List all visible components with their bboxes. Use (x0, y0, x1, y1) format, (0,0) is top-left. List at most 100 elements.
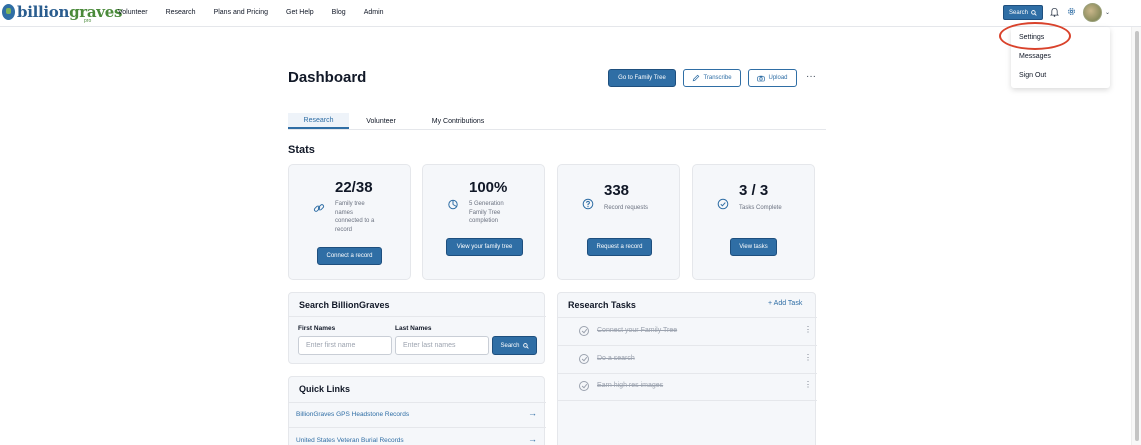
search-submit-button[interactable]: Search (492, 336, 537, 355)
first-name-placeholder: Enter first name (306, 342, 356, 349)
main-nav: Volunteer Research Plans and Pricing Get… (118, 9, 384, 16)
panel-divider (558, 400, 817, 401)
connect-a-record-button[interactable]: Connect a record (317, 247, 382, 265)
settings-highlight-annotation (999, 22, 1071, 50)
stat-desc-line: Record requests (604, 205, 649, 211)
nav-admin[interactable]: Admin (364, 9, 384, 16)
go-to-family-tree-button[interactable]: Go to Family Tree (608, 69, 676, 87)
nav-plans-and-pricing[interactable]: Plans and Pricing (214, 9, 268, 16)
first-names-label: First Names (298, 325, 336, 332)
stat-card-record-requests: 338 Record requests Request a record (557, 164, 680, 280)
upload-label: Upload (768, 75, 788, 81)
stat-desc-line: connected to a (335, 218, 375, 224)
chevron-down-icon[interactable]: ⌄ (1105, 9, 1110, 16)
dashboard-tabs: Research Volunteer My Contributions (288, 113, 826, 130)
header-search-button[interactable]: Search (1003, 5, 1043, 20)
quick-links-panel: Quick Links BillionGraves GPS Headstone … (288, 376, 546, 445)
logo-pro-badge: pro (84, 18, 92, 24)
stat-card-family-tree-completion: 100% 5 Generation Family Tree completion… (422, 164, 545, 280)
header-search-label: Search (1008, 9, 1028, 16)
tab-volunteer[interactable]: Volunteer (354, 113, 408, 129)
task-menu-kebab-icon[interactable]: ⋮ (804, 325, 812, 334)
check-circle-icon (717, 198, 729, 210)
quick-link-gps-headstone[interactable]: BillionGraves GPS Headstone Records (296, 411, 409, 418)
more-options-icon[interactable]: ··· (806, 71, 816, 82)
scrollbar-thumb[interactable] (1135, 31, 1139, 441)
tab-research[interactable]: Research (288, 113, 349, 129)
nav-blog[interactable]: Blog (332, 9, 346, 16)
user-avatar[interactable] (1083, 3, 1102, 22)
link-icon (313, 204, 325, 212)
stat-description: Record requests (604, 204, 648, 213)
transcribe-label: Transcribe (703, 75, 732, 81)
panel-divider (289, 427, 546, 428)
billiongraves-logo[interactable]: billiongraves pro (2, 3, 123, 24)
gear-icon[interactable] (1067, 7, 1076, 16)
top-navbar: billiongraves pro Volunteer Research Pla… (0, 0, 1141, 27)
research-tasks-panel: Research Tasks + Add Task Connect your F… (557, 292, 817, 445)
quick-links-title: Quick Links (299, 384, 351, 394)
task-item-label: Connect your Family Tree (597, 327, 678, 334)
task-complete-check-icon[interactable] (579, 326, 589, 336)
upload-button[interactable]: Upload (748, 69, 797, 87)
view-your-family-tree-button[interactable]: View your family tree (446, 238, 523, 256)
stat-desc-line: Family tree (335, 201, 365, 207)
task-complete-check-icon[interactable] (579, 381, 589, 391)
stat-description: Family tree names connected to a record (335, 200, 374, 234)
menu-item-messages[interactable]: Messages (1019, 53, 1051, 60)
stats-heading: Stats (288, 144, 315, 156)
tab-my-contributions[interactable]: My Contributions (420, 113, 496, 129)
first-name-input[interactable]: Enter first name (298, 336, 392, 355)
stat-card-family-tree-names: 22/38 Family tree names connected to a r… (288, 164, 411, 280)
nav-volunteer[interactable]: Volunteer (118, 9, 148, 16)
panel-divider (289, 402, 546, 403)
camera-icon (757, 75, 766, 81)
panel-divider (289, 316, 546, 317)
go-to-family-tree-label: Go to Family Tree (618, 75, 666, 81)
stat-desc-line: 5 Generation (469, 201, 504, 207)
stat-desc-line: names (335, 209, 354, 216)
search-submit-label: Search (500, 342, 520, 349)
view-tasks-button[interactable]: View tasks (730, 238, 777, 256)
task-item-label: Earn high res images (597, 382, 664, 389)
stat-desc-line: record (335, 226, 353, 233)
stat-desc-line: Family Tree (469, 209, 501, 216)
pencil-icon (693, 74, 700, 82)
nav-get-help[interactable]: Get Help (286, 9, 314, 16)
menu-item-sign-out[interactable]: Sign Out (1019, 72, 1046, 79)
panel-divider (558, 373, 817, 374)
task-item-label: Do a search (597, 355, 635, 362)
stat-description: 5 Generation Family Tree completion (469, 200, 504, 226)
search-panel-title: Search BillionGraves (299, 300, 390, 310)
arrow-right-icon[interactable]: → (528, 434, 537, 444)
logo-mark-icon (2, 4, 15, 20)
stat-value: 338 (604, 182, 630, 199)
logo-text-billion: billion (17, 3, 70, 21)
nav-research[interactable]: Research (166, 9, 196, 16)
stat-value: 100% (469, 179, 508, 196)
panel-divider (558, 345, 817, 346)
research-tasks-title: Research Tasks (568, 300, 636, 310)
request-a-record-button[interactable]: Request a record (587, 238, 652, 256)
search-billiongraves-panel: Search BillionGraves First Names Last Na… (288, 292, 546, 364)
stat-description: Tasks Complete (739, 204, 782, 213)
stat-card-tasks-complete: 3 / 3 Tasks Complete View tasks (692, 164, 815, 280)
task-complete-check-icon[interactable] (579, 354, 589, 364)
quick-link-veteran-burial[interactable]: United States Veteran Burial Records (296, 437, 404, 444)
task-menu-kebab-icon[interactable]: ⋮ (804, 353, 812, 362)
search-icon (1031, 9, 1037, 16)
pie-chart-icon (448, 199, 458, 210)
add-task-button[interactable]: + Add Task (768, 300, 802, 307)
last-names-label: Last Names (395, 325, 432, 332)
page-title: Dashboard (288, 69, 367, 86)
stat-desc-line: Tasks Complete (739, 205, 782, 211)
task-menu-kebab-icon[interactable]: ⋮ (804, 380, 812, 389)
arrow-right-icon[interactable]: → (528, 408, 537, 418)
transcribe-button[interactable]: Transcribe (683, 69, 741, 87)
last-name-input[interactable]: Enter last names (395, 336, 489, 355)
stat-desc-line: completion (469, 218, 499, 224)
page-scrollbar[interactable] (1131, 27, 1141, 445)
last-name-placeholder: Enter last names (403, 342, 456, 349)
notification-bell-icon[interactable] (1050, 7, 1059, 17)
logo-text-graves: graves (69, 3, 123, 21)
